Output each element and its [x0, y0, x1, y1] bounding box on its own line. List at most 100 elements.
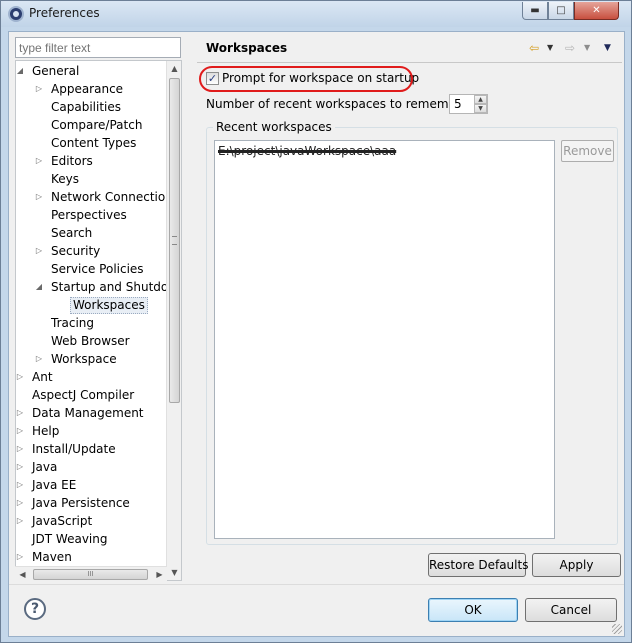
- tree-item[interactable]: Service Policies: [16, 260, 171, 278]
- tree-item-label[interactable]: Appearance: [51, 80, 123, 98]
- tree-item[interactable]: Workspaces: [16, 296, 171, 314]
- tree-item-label[interactable]: Perspectives: [51, 206, 127, 224]
- filter-input[interactable]: [15, 37, 181, 58]
- tree-item-label[interactable]: Maven: [32, 548, 72, 566]
- scroll-down-icon[interactable]: ▼: [167, 565, 181, 580]
- tree-item-label[interactable]: AspectJ Compiler: [32, 386, 134, 404]
- list-item[interactable]: E:\project\javaWorkspace\aaa: [218, 144, 396, 159]
- tree-item[interactable]: Web Browser: [16, 332, 171, 350]
- hscroll-thumb[interactable]: III: [33, 569, 148, 580]
- tree-vertical-scrollbar[interactable]: ▲ ▼: [166, 61, 181, 580]
- tree-item[interactable]: Capabilities: [16, 98, 171, 116]
- tree-item-label[interactable]: General: [32, 62, 79, 80]
- collapsed-arrow-icon[interactable]: ▷: [16, 458, 25, 476]
- prompt-workspace-checkbox[interactable]: ✓: [206, 72, 219, 85]
- tree-item[interactable]: ▷ JavaScript: [16, 512, 171, 530]
- tree-item[interactable]: ▷ Editors: [16, 152, 171, 170]
- scroll-right-icon[interactable]: ▶: [152, 567, 167, 582]
- ok-button[interactable]: OK: [428, 598, 518, 622]
- tree-item[interactable]: JDT Weaving: [16, 530, 171, 548]
- tree-item-label[interactable]: Install/Update: [32, 440, 116, 458]
- tree-item[interactable]: ▷ Help: [16, 422, 171, 440]
- tree-item-label[interactable]: Java EE: [32, 476, 76, 494]
- recent-count-spinner[interactable]: 5 ▲ ▼: [449, 94, 488, 114]
- back-history-dropdown-icon[interactable]: ▼: [547, 40, 553, 56]
- help-icon[interactable]: ?: [24, 598, 46, 620]
- tree-item-label[interactable]: Workspace: [51, 350, 117, 368]
- collapsed-arrow-icon[interactable]: ▷: [16, 422, 25, 440]
- cancel-button[interactable]: Cancel: [525, 598, 617, 622]
- tree-item[interactable]: ▷ Maven: [16, 548, 171, 566]
- collapsed-arrow-icon[interactable]: ▷: [34, 350, 44, 368]
- scroll-left-icon[interactable]: ◀: [15, 567, 30, 582]
- forward-arrow-icon[interactable]: ⇨: [565, 40, 575, 56]
- scroll-thumb[interactable]: [169, 78, 180, 403]
- expanded-arrow-icon[interactable]: ◢: [16, 62, 25, 80]
- spinner-down-icon[interactable]: ▼: [474, 104, 487, 113]
- tree-item-label[interactable]: Ant: [32, 368, 53, 386]
- collapsed-arrow-icon[interactable]: ▷: [16, 368, 25, 386]
- collapsed-arrow-icon[interactable]: ▷: [34, 80, 44, 98]
- spinner-up-icon[interactable]: ▲: [474, 95, 487, 104]
- tree-item[interactable]: ▷ Java EE: [16, 476, 171, 494]
- tree-item[interactable]: ◢ General: [16, 62, 171, 80]
- back-arrow-icon[interactable]: ⇦: [529, 40, 539, 56]
- tree-item[interactable]: AspectJ Compiler: [16, 386, 171, 404]
- collapsed-arrow-icon[interactable]: ▷: [16, 512, 25, 530]
- tree-item-label[interactable]: Tracing: [51, 314, 94, 332]
- collapsed-arrow-icon[interactable]: ▷: [34, 242, 44, 260]
- tree-item-label[interactable]: Data Management: [32, 404, 144, 422]
- tree-item[interactable]: ◢ Startup and Shutdown: [16, 278, 181, 296]
- resize-grip[interactable]: [612, 624, 622, 634]
- tree-item[interactable]: ▷ Install/Update: [16, 440, 171, 458]
- apply-button[interactable]: Apply: [532, 553, 621, 577]
- tree-item[interactable]: Perspectives: [16, 206, 171, 224]
- tree-item[interactable]: ▷ Network Connection: [16, 188, 173, 206]
- tree-item-label[interactable]: Editors: [51, 152, 93, 170]
- tree-item[interactable]: ▷ Appearance: [16, 80, 171, 98]
- maximize-button[interactable]: □: [548, 2, 574, 20]
- collapsed-arrow-icon[interactable]: ▷: [16, 548, 25, 566]
- tree-item[interactable]: ▷ Security: [16, 242, 171, 260]
- collapsed-arrow-icon[interactable]: ▷: [34, 152, 44, 170]
- tree-item[interactable]: ▷ Data Management: [16, 404, 171, 422]
- tree-item-label[interactable]: Keys: [51, 170, 79, 188]
- tree-item[interactable]: ▷ Workspace: [16, 350, 171, 368]
- tree-item-label[interactable]: Workspaces: [70, 297, 148, 314]
- remove-button[interactable]: Remove: [561, 140, 614, 162]
- tree-item-label[interactable]: Security: [51, 242, 100, 260]
- prompt-workspace-label[interactable]: Prompt for workspace on startup: [222, 70, 419, 87]
- tree-item-label[interactable]: Search: [51, 224, 92, 242]
- collapsed-arrow-icon[interactable]: ▷: [16, 494, 25, 512]
- tree-item[interactable]: Compare/Patch: [16, 116, 171, 134]
- tree-item-label[interactable]: Web Browser: [51, 332, 130, 350]
- expanded-arrow-icon[interactable]: ◢: [34, 278, 44, 296]
- collapsed-arrow-icon[interactable]: ▷: [16, 440, 25, 458]
- tree-item[interactable]: Tracing: [16, 314, 171, 332]
- tree-horizontal-scrollbar[interactable]: ◀ III ▶: [15, 566, 167, 581]
- close-button[interactable]: ✕: [574, 2, 619, 20]
- tree-item-label[interactable]: Network Connection: [51, 188, 173, 206]
- tree-item-label[interactable]: Compare/Patch: [51, 116, 142, 134]
- forward-history-dropdown-icon[interactable]: ▼: [584, 40, 590, 56]
- tree-item[interactable]: Content Types: [16, 134, 171, 152]
- minimize-button[interactable]: ▬: [522, 2, 548, 20]
- tree-item[interactable]: ▷ Java Persistence: [16, 494, 171, 512]
- tree-item-label[interactable]: JavaScript: [32, 512, 92, 530]
- view-menu-icon[interactable]: ▼: [604, 40, 611, 56]
- tree-item-label[interactable]: Java: [32, 458, 57, 476]
- tree-item-label[interactable]: Java Persistence: [32, 494, 130, 512]
- tree-item-label[interactable]: Capabilities: [51, 98, 121, 116]
- tree-item[interactable]: Search: [16, 224, 171, 242]
- tree-item[interactable]: ▷ Ant: [16, 368, 171, 386]
- collapsed-arrow-icon[interactable]: ▷: [16, 404, 25, 422]
- tree-item-label[interactable]: Startup and Shutdown: [51, 278, 181, 296]
- pane-sash[interactable]: [186, 32, 191, 584]
- tree-item-label[interactable]: Content Types: [51, 134, 136, 152]
- recent-count-value[interactable]: 5: [454, 96, 462, 112]
- collapsed-arrow-icon[interactable]: ▷: [16, 476, 25, 494]
- restore-defaults-button[interactable]: Restore Defaults: [428, 553, 528, 577]
- tree-item-label[interactable]: Service Policies: [51, 260, 144, 278]
- tree-item[interactable]: ▷ Java: [16, 458, 171, 476]
- tree-item-label[interactable]: Help: [32, 422, 59, 440]
